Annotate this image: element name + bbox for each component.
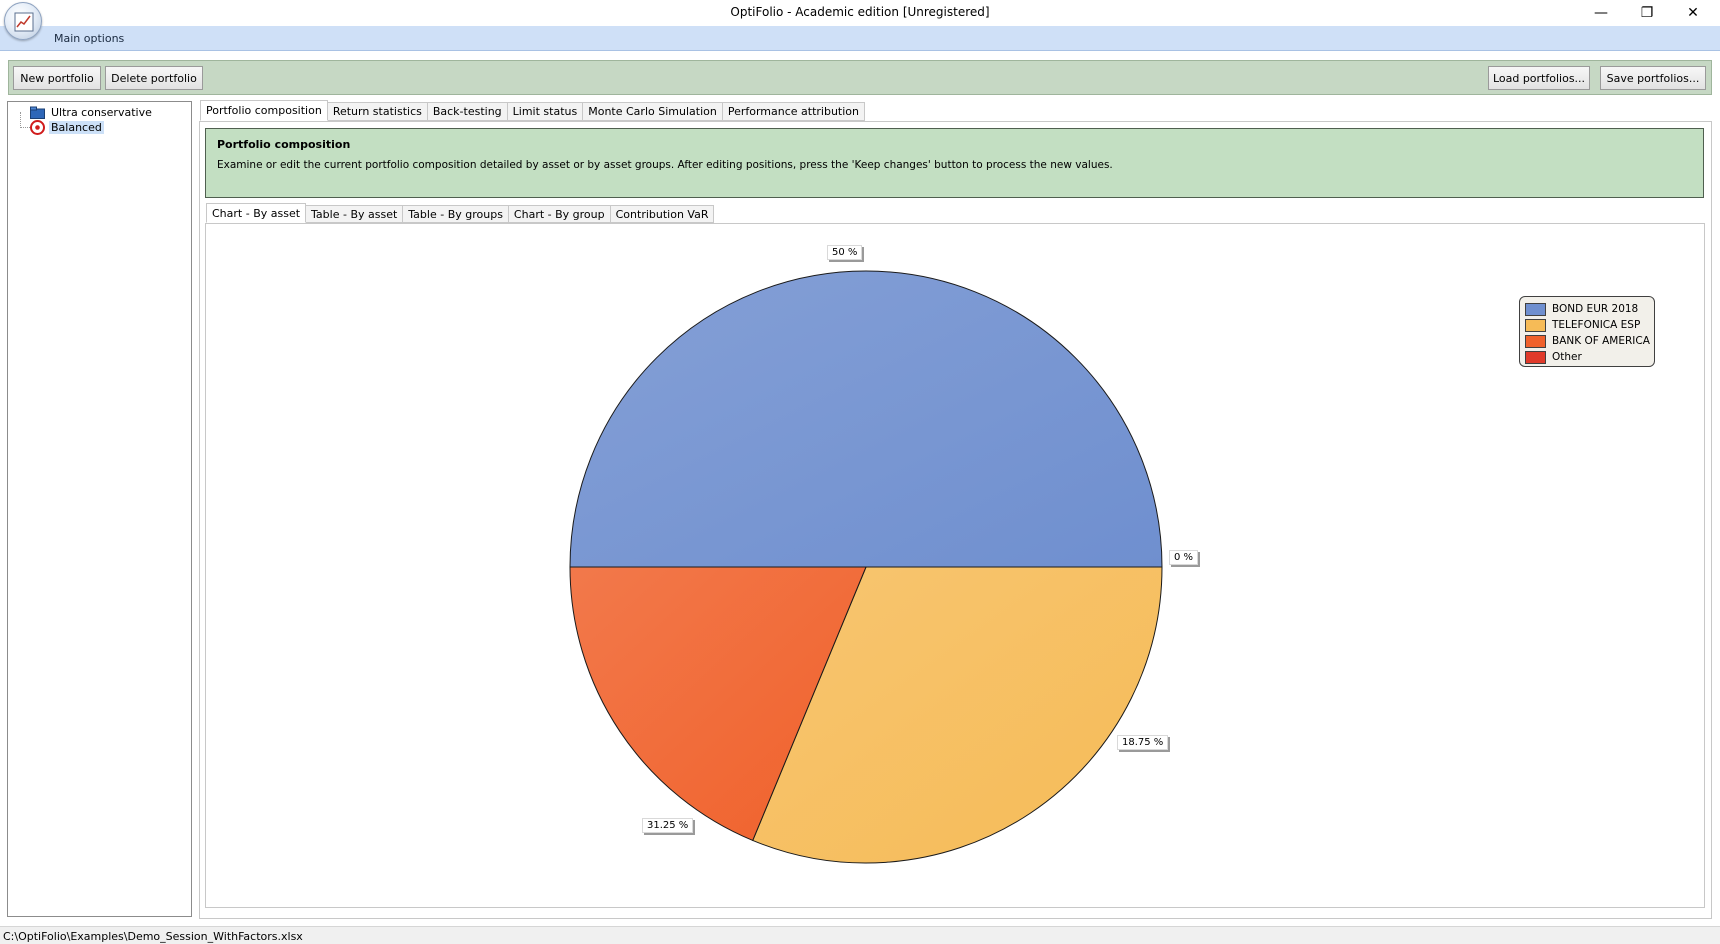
legend-label: Other (1552, 351, 1582, 363)
tree-item-balanced[interactable]: Balanced (30, 120, 104, 135)
tab-back-testing[interactable]: Back-testing (427, 102, 508, 121)
main-tab-bar: Portfolio composition Return statistics … (200, 100, 866, 122)
tab-return-statistics[interactable]: Return statistics (327, 102, 428, 121)
tab-performance-attribution[interactable]: Performance attribution (722, 102, 866, 121)
tab-table-by-groups[interactable]: Table - By groups (403, 205, 509, 223)
tab-portfolio-composition[interactable]: Portfolio composition (200, 100, 328, 121)
legend-swatch (1525, 334, 1546, 348)
save-portfolios-button[interactable]: Save portfolios... (1600, 66, 1706, 90)
data-label-bank-of-america: 18.75 % (1117, 735, 1169, 750)
window-title: OptiFolio - Academic edition [Unregister… (730, 5, 990, 19)
tree-item-label: Balanced (49, 121, 104, 134)
legend-swatch (1525, 350, 1546, 364)
delete-portfolio-button[interactable]: Delete portfolio (105, 66, 203, 90)
legend-label: TELEFONICA ESP (1552, 319, 1641, 331)
legend-item: BOND EUR 2018 (1525, 301, 1654, 317)
legend-item: Other (1525, 349, 1654, 365)
portfolio-toolbar: New portfolio Delete portfolio Load port… (8, 60, 1712, 95)
legend-item: TELEFONICA ESP (1525, 317, 1654, 333)
close-button[interactable]: ✕ (1670, 0, 1716, 26)
tab-contribution-var[interactable]: Contribution VaR (610, 205, 715, 223)
maximize-button[interactable]: ❐ (1624, 0, 1670, 26)
minimize-button[interactable]: — (1578, 0, 1624, 26)
data-label-telefonica-esp: 31.25 % (642, 818, 694, 833)
chart-panel (205, 223, 1705, 908)
application-menu-button[interactable] (4, 2, 42, 40)
ribbon-bar: Main options (0, 26, 1720, 51)
tree-connector (20, 112, 30, 128)
chart-icon (14, 12, 34, 32)
data-label-other: 0 % (1169, 550, 1199, 565)
file-path: C:\OptiFolio\Examples\Demo_Session_WithF… (3, 930, 303, 943)
sub-tab-bar: Chart - By asset Table - By asset Table … (206, 203, 715, 224)
data-label-bond-eur-2018: 50 % (827, 245, 863, 260)
info-title: Portfolio composition (217, 138, 351, 151)
tree-item-ultra-conservative[interactable]: Ultra conservative (30, 105, 154, 120)
chart-legend: BOND EUR 2018 TELEFONICA ESP BANK OF AME… (1519, 296, 1655, 367)
tab-table-by-asset[interactable]: Table - By asset (306, 205, 404, 223)
tab-chart-by-group[interactable]: Chart - By group (508, 205, 611, 223)
portfolio-tree[interactable]: Ultra conservative Balanced (7, 101, 192, 917)
tree-item-label: Ultra conservative (51, 106, 152, 119)
title-bar: OptiFolio - Academic edition [Unregister… (0, 0, 1720, 26)
tab-chart-by-asset[interactable]: Chart - By asset (206, 203, 307, 223)
tab-monte-carlo-simulation[interactable]: Monte Carlo Simulation (583, 102, 723, 121)
target-icon (30, 120, 45, 135)
legend-label: BOND EUR 2018 (1552, 303, 1639, 315)
new-portfolio-button[interactable]: New portfolio (13, 66, 101, 90)
legend-item: BANK OF AMERICA (1525, 333, 1654, 349)
legend-swatch (1525, 302, 1546, 316)
status-bar: C:\OptiFolio\Examples\Demo_Session_WithF… (0, 926, 1720, 944)
info-box: Portfolio composition Examine or edit th… (205, 128, 1704, 198)
folder-icon (30, 106, 45, 119)
legend-swatch (1525, 318, 1546, 332)
info-description: Examine or edit the current portfolio co… (217, 159, 1113, 171)
load-portfolios-button[interactable]: Load portfolios... (1488, 66, 1590, 90)
ribbon-tab-main-options[interactable]: Main options (54, 32, 124, 45)
tab-limit-status[interactable]: Limit status (507, 102, 584, 121)
legend-label: BANK OF AMERICA (1552, 335, 1650, 347)
